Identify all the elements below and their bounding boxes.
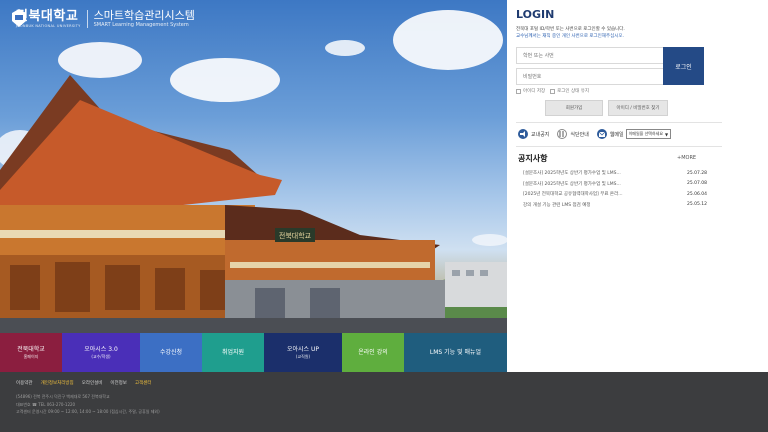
chevron-down-icon: ▼ [665, 131, 669, 137]
notice-item-date: 25.05.12 [686, 202, 707, 208]
notice-item[interactable]: 강의 개설 기능 관련 LMS 점검 예정 25.05.12 [523, 200, 707, 211]
quick-menu-title: 수강신청 [159, 348, 183, 356]
footer-links: 이용약관 개인정보처리방침 오라인설비 이전정보 고객센터 [16, 380, 160, 386]
quick-homepage[interactable]: 전북대학교 홈페이지 [0, 333, 62, 372]
login-options: 아이디 저장 로그인 상태 유지 [516, 88, 594, 94]
quick-oasis[interactable]: 오아시스 3.0 (교수/학생) [62, 333, 140, 372]
login-description: 전북대 포털 ID/학번 또는 사번으로 로그인할 수 있습니다. 교수님께서는… [516, 26, 716, 40]
quick-menu-sub: (교수/학생) [91, 353, 111, 359]
utensils-icon [557, 129, 568, 139]
footer-address: (54896) 전북 전주시 덕진구 백제대로 567 전북대학교 [16, 394, 110, 399]
megaphone-icon [518, 129, 528, 139]
quick-menu: 전북대학교 홈페이지 오아시스 3.0 (교수/학생) 수강신청 취업지원 오아… [0, 333, 507, 372]
webmail-label: 웹메일 [609, 131, 624, 138]
divider [516, 146, 722, 147]
notice-item-text: [2025년 전북대학교 공유협력대학사업] 무료 온라... [523, 192, 623, 198]
keep-login-label: 로그인 상태 유지 [557, 89, 589, 94]
login-title: LOGIN [516, 8, 555, 21]
save-id-label: 아이디 저장 [523, 89, 546, 94]
quick-menu-title: 전북대학교 [17, 345, 45, 353]
quick-oasis-up[interactable]: 오아시스 UP (교직원) [264, 333, 342, 372]
login-desc-line1: 전북대 포털 ID/학번 또는 사번으로 로그인할 수 있습니다. [516, 27, 625, 32]
notice-item-text: 강의 개설 기능 관련 LMS 점검 예정 [523, 202, 591, 208]
quick-online-lecture[interactable]: 온라인 강의 [342, 333, 404, 372]
notice-more-link[interactable]: +MORE [677, 155, 696, 161]
quick-menu-sub: 홈페이지 [23, 353, 39, 359]
keep-login-option[interactable]: 로그인 상태 유지 [550, 88, 589, 94]
campus-notice-label: 교내공지 [531, 131, 550, 138]
quick-course-registration[interactable]: 수강신청 [140, 333, 202, 372]
brand[interactable]: 전북대학교 JEONBUK NATIONAL UNIVERSITY 스마트학습관… [12, 9, 195, 29]
notice-item[interactable]: [설문조사] 2025학년도 상반기 평가수업 및 LMS... 25.07.2… [523, 168, 707, 179]
brand-divider [86, 10, 88, 28]
mail-icon [596, 129, 607, 139]
meal-label: 식단안내 [570, 131, 589, 138]
find-account-button[interactable]: 아이디 / 비밀번호 찾기 [608, 100, 668, 116]
login-desc-line2: 교수님께서는 재직 중인 개인 사번으로 로그인해주십시오. [516, 34, 624, 39]
webmail-select[interactable]: 이메일을 선택하세요 ▼ [625, 129, 672, 139]
login-button[interactable]: 로그인 [663, 47, 704, 85]
password-input[interactable] [516, 68, 666, 85]
footer-link-support[interactable]: 고객센터 [135, 380, 152, 386]
hero-image: 전북대학교 전북대학교 JEONBUK NATIONAL UNIVERSITY … [0, 0, 507, 333]
quick-menu-title: 온라인 강의 [358, 348, 388, 356]
footer-phone-label: 대표번호 [16, 401, 31, 407]
footer-link-previous[interactable]: 이전정보 [110, 380, 127, 386]
footer-link-terms[interactable]: 이용약관 [16, 380, 33, 386]
quick-menu-title: 오아시스 UP [287, 345, 319, 353]
notice-list: [설문조사] 2025학년도 상반기 평가수업 및 LMS... 25.07.2… [523, 168, 707, 210]
notice-title: 공지사항 [518, 154, 548, 163]
notice-item-text: [설문조사] 2025학년도 상반기 평가수업 및 LMS... [523, 171, 621, 177]
footer-info: (54896) 전북 전주시 덕진구 백제대로 567 전북대학교 대표번호 ☎… [16, 393, 160, 416]
hero-illustration: 전북대학교 [0, 10, 507, 333]
quick-menu-title: 오아시스 3.0 [84, 345, 118, 353]
notice-item-text: [설문조사] 2025학년도 상반기 평가수업 및 LMS... [523, 181, 621, 187]
notice-item-date: 25.07.28 [686, 170, 707, 176]
hero-sign-text: 전북대학교 [279, 231, 312, 240]
university-emblem-icon [12, 9, 26, 27]
login-panel: LOGIN 전북대 포털 ID/학번 또는 사번으로 로그인할 수 있습니다. … [507, 0, 768, 372]
notice-item-date: 25.06.04 [686, 191, 707, 197]
keep-login-checkbox[interactable] [550, 88, 556, 94]
footer-phone-row: 대표번호 ☎ TEL 063-270-1220 [16, 401, 160, 409]
footer-link-facility[interactable]: 오라인설비 [82, 380, 103, 386]
notice-item[interactable]: [2025년 전북대학교 공유협력대학사업] 무료 온라... 25.06.04 [523, 189, 707, 200]
utility-links: 교내공지 식단안내 웹메일 이메일을 선택하세요 ▼ [518, 129, 679, 139]
quick-lms-manual[interactable]: LMS 기능 및 매뉴얼 [404, 333, 507, 372]
save-id-checkbox[interactable] [516, 88, 521, 94]
webmail-link[interactable]: 웹메일 이메일을 선택하세요 ▼ [596, 129, 672, 139]
system-name: 스마트학습관리시스템 [93, 9, 195, 22]
signup-button[interactable]: 회원가입 [545, 100, 603, 116]
system-name-en: SMART Learning Management System [93, 22, 189, 28]
footer-hours: 고객센터 운영시간 09:00 ~ 12:00, 14:00 ~ 18:00 (… [16, 409, 160, 414]
quick-menu-title: LMS 기능 및 매뉴얼 [429, 348, 482, 356]
footer: 이용약관 개인정보처리방침 오라인설비 이전정보 고객센터 (54896) 전북… [0, 372, 768, 432]
save-id-option[interactable]: 아이디 저장 [516, 88, 545, 94]
notice-item-date: 25.07.08 [686, 181, 707, 187]
meal-link[interactable]: 식단안내 [557, 129, 589, 139]
webmail-select-value: 이메일을 선택하세요 [628, 131, 664, 136]
divider [516, 122, 722, 123]
quick-menu-sub: (교직원) [295, 353, 311, 359]
id-input[interactable] [516, 47, 666, 64]
footer-link-privacy[interactable]: 개인정보처리방침 [41, 380, 74, 386]
quick-menu-title: 취업지원 [221, 348, 245, 356]
notice-item[interactable]: [설문조사] 2025학년도 상반기 평가수업 및 LMS... 25.07.0… [523, 179, 707, 190]
quick-career-support[interactable]: 취업지원 [202, 333, 264, 372]
footer-phone: TEL 063-270-1220 [38, 401, 76, 407]
campus-notice-link[interactable]: 교내공지 [518, 129, 549, 139]
